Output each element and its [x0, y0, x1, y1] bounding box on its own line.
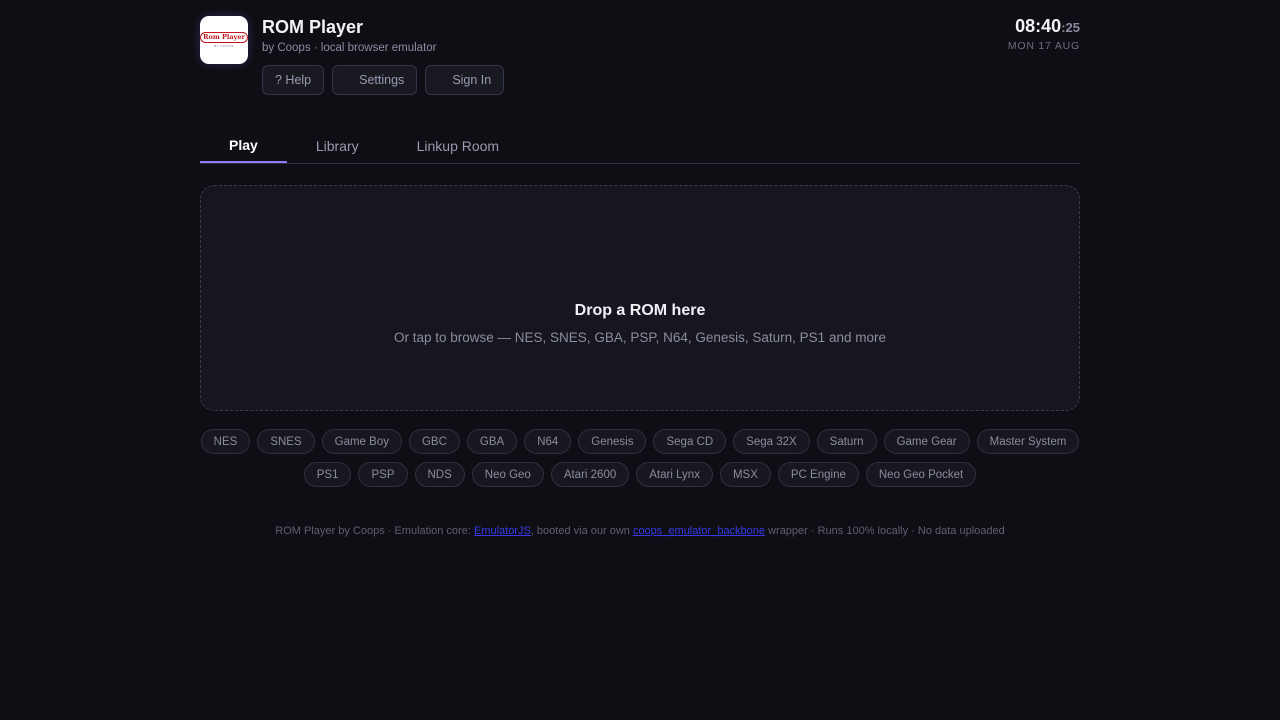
app-subtitle: by Coops · local browser emulator [262, 42, 437, 54]
system-chip-neo-geo-pocket[interactable]: Neo Geo Pocket [865, 462, 977, 487]
help-button[interactable]: ? Help [262, 65, 325, 95]
clock-date: MON 17 AUG [1007, 40, 1080, 52]
app-title: ROM Player [262, 17, 364, 37]
dropzone-subtitle: Or tap to browse — NES, SNES, GBA, PSP, … [394, 329, 886, 345]
system-chip-genesis[interactable]: Genesis [578, 429, 647, 454]
app-root: Rom Player BY COOPS ROM Player by Coops … [200, 0, 1080, 720]
system-chip-psp[interactable]: PSP [358, 462, 408, 487]
system-chips-row-2: PS1 PSP NDS Neo Geo Atari 2600 Atari Lyn… [303, 462, 977, 487]
clock-seconds: :25 [1061, 20, 1080, 35]
logo-subtext: BY COOPS [214, 44, 234, 48]
footer-suffix: wrapper · Runs 100% locally · No data up… [765, 525, 1005, 537]
system-chip-atari-lynx[interactable]: Atari Lynx [636, 462, 713, 487]
tab-linkup-room[interactable]: Linkup Room [388, 128, 529, 163]
help-button-label: ? Help [275, 73, 312, 87]
system-chip-gba[interactable]: GBA [466, 429, 518, 454]
backbone-link[interactable]: coops_emulator_backbone [633, 525, 765, 537]
tab-play[interactable]: Play [200, 128, 287, 163]
dropzone-title: Drop a ROM here [574, 301, 706, 319]
sign-in-button-label: Sign In [452, 73, 492, 87]
tab-library[interactable]: Library [287, 128, 388, 163]
footer: ROM Player by Coops · Emulation core: Em… [200, 525, 1080, 537]
footer-middle: , booted via our own [530, 525, 633, 537]
main-tabs: Play Library Linkup Room [200, 128, 1080, 164]
system-chip-pc-engine[interactable]: PC Engine [777, 462, 859, 487]
sign-in-button[interactable]: Sign In [425, 65, 505, 95]
system-chip-gbc[interactable]: GBC [408, 429, 460, 454]
system-chip-game-boy[interactable]: Game Boy [321, 429, 402, 454]
rom-dropzone[interactable]: Drop a ROM here Or tap to browse — NES, … [200, 185, 1080, 411]
system-chip-master-system[interactable]: Master System [976, 429, 1080, 454]
footer-prefix: ROM Player by Coops · Emulation core: [275, 525, 474, 537]
logo-wordmark: Rom Player [200, 32, 248, 43]
settings-button-label: Settings [359, 73, 405, 87]
system-chip-sega-32x[interactable]: Sega 32X [733, 429, 810, 454]
header-actions: ? Help Settings Sign In [262, 65, 505, 95]
system-chip-sega-cd[interactable]: Sega CD [653, 429, 727, 454]
emulatorjs-link[interactable]: EmulatorJS [474, 525, 531, 537]
system-chip-ps1[interactable]: PS1 [303, 462, 352, 487]
system-chip-msx[interactable]: MSX [719, 462, 771, 487]
system-chip-nds[interactable]: NDS [414, 462, 465, 487]
app-logo: Rom Player BY COOPS [200, 16, 248, 64]
clock-time: 08:40 [1015, 16, 1062, 36]
clock: 08:40:25 MON 17 AUG [1008, 16, 1080, 52]
system-chip-n64[interactable]: N64 [524, 429, 572, 454]
system-chips: NES SNES Game Boy GBC GBA N64 Genesis Se… [200, 429, 1080, 487]
system-chip-neo-geo[interactable]: Neo Geo [471, 462, 544, 487]
system-chips-row-1: NES SNES Game Boy GBC GBA N64 Genesis Se… [200, 429, 1080, 454]
system-chip-game-gear[interactable]: Game Gear [883, 429, 970, 454]
system-chip-nes[interactable]: NES [200, 429, 251, 454]
system-chip-atari-2600[interactable]: Atari 2600 [550, 462, 630, 487]
system-chip-snes[interactable]: SNES [257, 429, 315, 454]
system-chip-saturn[interactable]: Saturn [816, 429, 877, 454]
settings-button[interactable]: Settings [332, 65, 418, 95]
